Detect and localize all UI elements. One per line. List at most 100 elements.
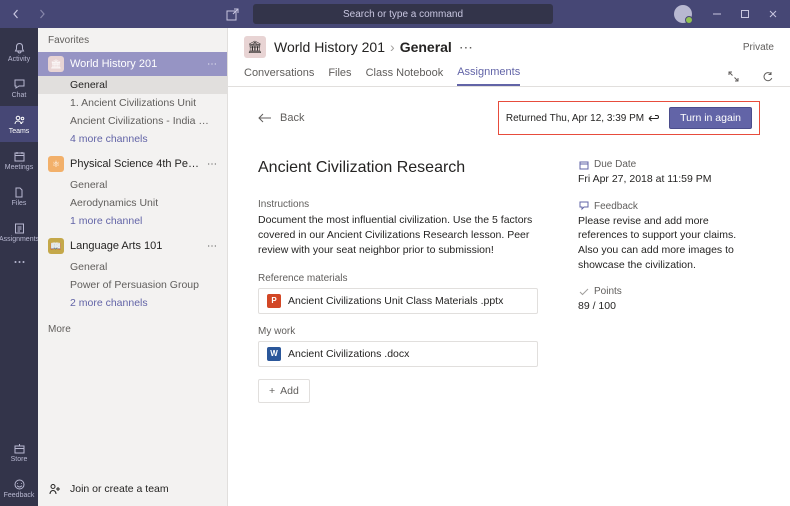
nav-back-button[interactable]: [6, 4, 26, 24]
add-label: Add: [280, 385, 299, 397]
rail-label: Teams: [9, 128, 30, 135]
word-icon: W: [267, 347, 281, 361]
team-more-button[interactable]: ⋯: [207, 159, 217, 170]
rail-more[interactable]: [0, 250, 38, 274]
rail-meetings[interactable]: Meetings: [0, 142, 38, 178]
rail-label: Store: [11, 456, 28, 463]
join-create-team-button[interactable]: Join or create a team: [38, 472, 227, 506]
app-rail: Activity Chat Teams Meetings Files Assig…: [0, 28, 38, 506]
rail-chat[interactable]: Chat: [0, 70, 38, 106]
calendar-icon: [12, 149, 26, 163]
mywork-label: My work: [258, 326, 538, 337]
sidebar-more[interactable]: More: [38, 314, 227, 345]
more-channels-link[interactable]: 2 more channels: [38, 294, 227, 312]
refresh-icon[interactable]: [760, 69, 774, 83]
window-minimize-button[interactable]: [706, 4, 728, 24]
channel-item[interactable]: 1. Ancient Civilizations Unit: [38, 94, 227, 112]
rail-feedback[interactable]: Feedback: [0, 470, 38, 506]
channel-item[interactable]: Ancient Civilizations - India Group: [38, 112, 227, 130]
team-avatar: 🏛: [244, 36, 266, 58]
new-chat-icon[interactable]: [223, 5, 241, 23]
arrow-left-icon: [258, 113, 272, 123]
tab-conversations[interactable]: Conversations: [244, 67, 314, 85]
breadcrumb-channel: General: [400, 39, 452, 55]
team-add-icon: [48, 482, 62, 496]
tab-files[interactable]: Files: [328, 67, 351, 85]
points-label: Points: [594, 286, 622, 297]
feedback-icon: [12, 477, 26, 491]
tab-class-notebook[interactable]: Class Notebook: [366, 67, 444, 85]
return-arrow-icon: [648, 114, 659, 123]
turn-in-button[interactable]: Turn in again: [669, 107, 752, 129]
team-row[interactable]: 📖 Language Arts 101 ⋯: [38, 234, 227, 258]
sidebar-section-header: Favorites: [38, 28, 227, 50]
channel-item[interactable]: Power of Persuasion Group: [38, 276, 227, 294]
expand-icon[interactable]: [726, 69, 740, 83]
team-row[interactable]: ⚛ Physical Science 4th Period ⋯: [38, 152, 227, 176]
window-maximize-button[interactable]: [734, 4, 756, 24]
rail-label: Chat: [12, 92, 27, 99]
rail-label: Feedback: [4, 492, 35, 499]
add-work-button[interactable]: + Add: [258, 379, 310, 403]
rail-assignments[interactable]: Assignments: [0, 214, 38, 250]
assignment-title: Ancient Civilization Research: [258, 159, 538, 177]
more-channels-link[interactable]: 4 more channels: [38, 130, 227, 148]
team-avatar-small: ⚛: [48, 156, 64, 172]
rail-teams[interactable]: Teams: [0, 106, 38, 142]
feedback-label: Feedback: [594, 201, 638, 212]
user-avatar[interactable]: [674, 5, 692, 23]
team-avatar-small: 📖: [48, 238, 64, 254]
back-button[interactable]: Back: [258, 112, 304, 124]
breadcrumb: World History 201 › General ⋯: [274, 39, 473, 56]
due-label: Due Date: [594, 159, 636, 170]
channel-item[interactable]: General: [38, 176, 227, 194]
feedback-icon: [578, 201, 589, 212]
assignment-detail: Back Returned Thu, Apr 12, 3:39 PM Turn …: [228, 87, 790, 506]
team-name: Physical Science 4th Period: [70, 158, 201, 170]
team-more-button[interactable]: ⋯: [207, 59, 217, 70]
returned-status: Returned Thu, Apr 12, 3:39 PM: [506, 113, 659, 124]
breadcrumb-team[interactable]: World History 201: [274, 39, 385, 55]
channel-tabs: Conversations Files Class Notebook Assignme…: [244, 66, 774, 86]
team-name: World History 201: [70, 58, 201, 70]
ellipsis-icon: [12, 255, 26, 269]
files-icon: [12, 185, 26, 199]
rail-store[interactable]: Store: [0, 434, 38, 470]
work-file-name: Ancient Civilizations .docx: [288, 348, 409, 360]
channel-more-button[interactable]: ⋯: [459, 39, 473, 56]
channel-item[interactable]: Aerodynamics Unit: [38, 194, 227, 212]
search-input[interactable]: Search or type a command: [253, 4, 553, 24]
team-row[interactable]: 🏛 World History 201 ⋯: [38, 52, 227, 76]
team-more-button[interactable]: ⋯: [207, 241, 217, 252]
window-close-button[interactable]: [762, 4, 784, 24]
breadcrumb-separator: ›: [390, 39, 395, 55]
tab-assignments[interactable]: Assignments: [457, 66, 520, 86]
store-icon: [12, 441, 26, 455]
rail-files[interactable]: Files: [0, 178, 38, 214]
reference-file-name: Ancient Civilizations Unit Class Materia…: [288, 295, 503, 307]
reference-file[interactable]: P Ancient Civilizations Unit Class Mater…: [258, 288, 538, 314]
rail-label: Activity: [8, 56, 30, 63]
channel-item[interactable]: General: [38, 76, 227, 94]
work-file[interactable]: W Ancient Civilizations .docx: [258, 341, 538, 367]
powerpoint-icon: P: [267, 294, 281, 308]
channel-header: 🏛 World History 201 › General ⋯ Private …: [228, 28, 790, 87]
plus-icon: +: [269, 385, 275, 397]
bell-icon: [12, 41, 26, 55]
feedback-text: Please revise and add more references to…: [578, 214, 758, 273]
team-name: Language Arts 101: [70, 240, 201, 252]
rail-activity[interactable]: Activity: [0, 34, 38, 70]
instructions-text: Document the most influential civilizati…: [258, 213, 538, 259]
assignments-icon: [12, 221, 26, 235]
chat-icon: [12, 77, 26, 91]
calendar-icon: [578, 159, 589, 170]
team-avatar-small: 🏛: [48, 56, 64, 72]
channel-item[interactable]: General: [38, 258, 227, 276]
privacy-label: Private: [743, 42, 774, 53]
rail-label: Assignments: [0, 236, 39, 243]
nav-forward-button[interactable]: [32, 4, 52, 24]
main-content: 🏛 World History 201 › General ⋯ Private …: [228, 28, 790, 506]
more-channels-link[interactable]: 1 more channel: [38, 212, 227, 230]
action-highlight: Returned Thu, Apr 12, 3:39 PM Turn in ag…: [498, 101, 760, 135]
rail-label: Meetings: [5, 164, 33, 171]
